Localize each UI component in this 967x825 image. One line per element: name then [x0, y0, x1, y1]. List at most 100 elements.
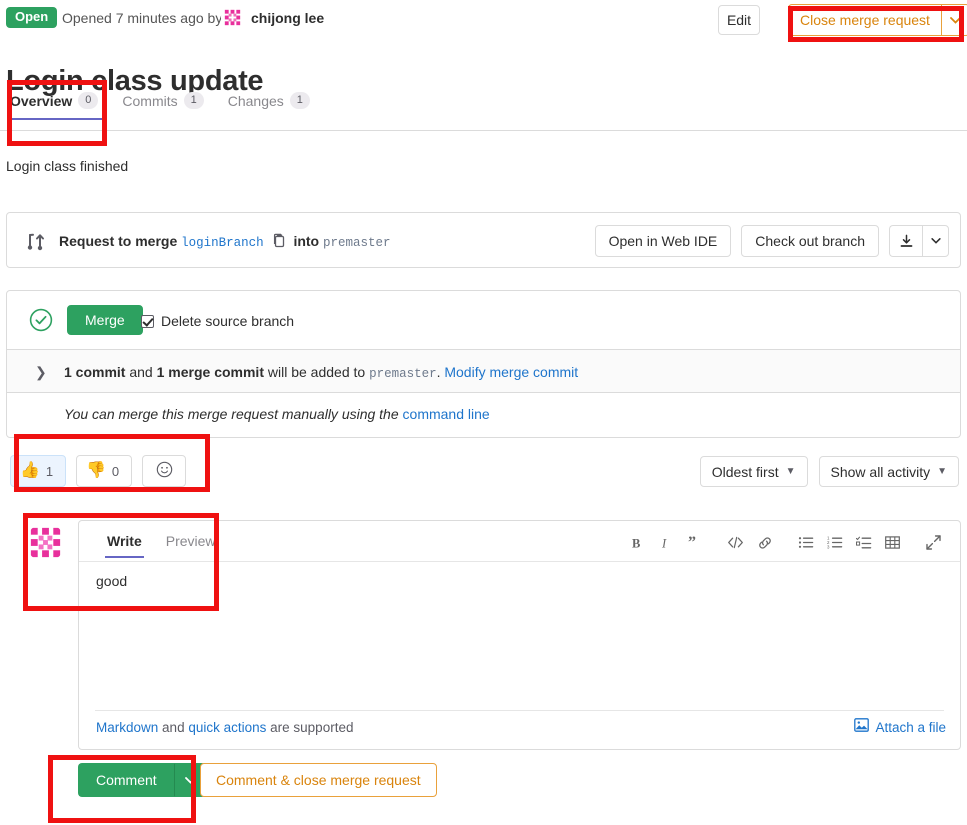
- svg-text:B: B: [632, 536, 640, 550]
- manual-merge-text: You can merge this merge request manuall…: [64, 405, 490, 423]
- chevron-down-icon: ▼: [937, 465, 947, 477]
- italic-icon[interactable]: I: [651, 529, 680, 556]
- commit-summary-text: 1 commit and 1 merge commit will be adde…: [64, 363, 578, 383]
- will-be-added-text: will be added to: [267, 364, 366, 380]
- smiley-icon: [156, 461, 173, 482]
- author-name[interactable]: chijong lee: [251, 9, 324, 27]
- expand-commits-chevron-icon[interactable]: ❯: [35, 365, 47, 379]
- author-avatar[interactable]: [221, 6, 244, 29]
- merge-request-branch-card: Request to merge loginBranch into premas…: [6, 212, 961, 268]
- mr-header: Open Opened 7 minutes ago by chijong lee…: [0, 0, 967, 44]
- merge-commit-count: 1 merge commit: [156, 364, 264, 380]
- commit-summary-row: ❯ 1 commit and 1 merge commit will be ad…: [7, 349, 960, 393]
- sort-order-dropdown[interactable]: Oldest first ▼: [699, 456, 808, 487]
- thumbs-down-icon: 👎: [86, 462, 106, 479]
- numbered-list-icon[interactable]: 123: [820, 529, 849, 556]
- markdown-toolbar: B I ” 1 2 3: [622, 529, 948, 556]
- thumbsup-count: 1: [45, 463, 54, 479]
- manual-merge-sentence: You can merge this merge request manuall…: [64, 406, 399, 422]
- check-out-branch-button[interactable]: Check out branch: [741, 225, 879, 257]
- modify-merge-commit-link[interactable]: Modify merge commit: [444, 364, 578, 380]
- tab-commits-badge: 1: [183, 92, 204, 109]
- award-emoji-row: 👍 1 👎 0: [10, 455, 186, 487]
- tab-changes-badge: 1: [289, 92, 310, 109]
- tabs-divider: [0, 130, 967, 131]
- attach-file-button[interactable]: Attach a file: [854, 718, 946, 737]
- chevron-down-icon: ▼: [785, 465, 796, 477]
- close-merge-request-button[interactable]: Close merge request: [788, 4, 941, 36]
- merge-status-check-icon: [29, 308, 53, 332]
- quote-icon[interactable]: ”: [680, 529, 709, 556]
- comment-button[interactable]: Comment: [78, 763, 175, 797]
- quick-actions-link[interactable]: quick actions: [188, 720, 266, 735]
- tab-write[interactable]: Write: [95, 529, 154, 558]
- tab-preview[interactable]: Preview: [154, 529, 228, 558]
- tab-overview[interactable]: Overview 0: [6, 88, 110, 120]
- thumbsup-award-button[interactable]: 👍 1: [10, 455, 66, 487]
- merge-request-page: Open Opened 7 minutes ago by chijong lee…: [0, 0, 967, 825]
- manual-merge-row: You can merge this merge request manuall…: [7, 393, 960, 436]
- comment-and-close-merge-request-button[interactable]: Comment & close merge request: [200, 763, 437, 797]
- delete-source-branch-label: Delete source branch: [161, 313, 295, 329]
- identicon-icon: [221, 6, 244, 29]
- editor-divider: [79, 561, 960, 562]
- branch-actions: Open in Web IDE Check out branch: [594, 225, 949, 257]
- thumbsdown-award-button[interactable]: 👎 0: [76, 455, 132, 487]
- markdown-link[interactable]: Markdown: [96, 720, 158, 735]
- delete-source-branch-checkbox[interactable]: Delete source branch: [141, 312, 294, 330]
- tab-changes-label: Changes: [227, 92, 284, 109]
- download-icon: [900, 234, 912, 247]
- copy-branch-name-icon[interactable]: [272, 233, 286, 248]
- comment-textarea[interactable]: good: [96, 572, 127, 591]
- mr-description: Login class finished: [6, 158, 129, 174]
- link-icon[interactable]: [750, 529, 779, 556]
- thumbsdown-count: 0: [111, 463, 120, 479]
- comment-button-group: Comment: [78, 763, 206, 797]
- editor-footer-divider: [95, 710, 944, 711]
- branch-icon: [25, 231, 45, 251]
- close-merge-request-group: Close merge request: [788, 4, 967, 36]
- merge-button[interactable]: Merge: [67, 305, 143, 335]
- task-list-icon[interactable]: [849, 529, 878, 556]
- supported-text: are supported: [270, 720, 354, 735]
- table-icon[interactable]: [878, 529, 907, 556]
- merge-branches-line: Request to merge loginBranch into premas…: [59, 231, 391, 253]
- svg-text:3: 3: [827, 544, 830, 549]
- download-group: [889, 225, 949, 257]
- code-icon[interactable]: [721, 529, 750, 556]
- into-label: into: [293, 233, 320, 249]
- period: .: [436, 364, 441, 380]
- add-reaction-button[interactable]: [142, 455, 186, 487]
- close-merge-request-dropdown-toggle[interactable]: [940, 4, 967, 36]
- sort-order-label: Oldest first: [711, 463, 779, 480]
- edit-button[interactable]: Edit: [718, 5, 760, 35]
- tab-overview-label: Overview: [10, 92, 73, 109]
- chevron-down-icon: [950, 16, 961, 24]
- bulleted-list-icon[interactable]: [791, 529, 820, 556]
- fullscreen-icon[interactable]: [919, 529, 948, 556]
- commit-count: 1 commit: [64, 364, 126, 380]
- editor-tabs: Write Preview: [95, 529, 228, 558]
- open-in-web-ide-button[interactable]: Open in Web IDE: [594, 225, 732, 257]
- markdown-support-note: Markdown and quick actions are supported: [96, 719, 353, 737]
- status-badge: Open: [6, 7, 58, 28]
- activity-controls: Oldest first ▼ Show all activity ▼: [699, 456, 959, 487]
- tab-commits[interactable]: Commits 1: [110, 88, 215, 120]
- merge-target-branch: premaster: [369, 367, 437, 381]
- download-dropdown-toggle[interactable]: [922, 225, 949, 257]
- target-branch-link[interactable]: premaster: [323, 236, 391, 250]
- svg-text:I: I: [661, 536, 667, 550]
- current-user-avatar[interactable]: [26, 523, 65, 562]
- activity-filter-dropdown[interactable]: Show all activity ▼: [818, 456, 959, 487]
- download-button[interactable]: [889, 225, 922, 257]
- bold-icon[interactable]: B: [622, 529, 651, 556]
- thumbs-up-icon: 👍: [20, 462, 40, 479]
- attach-file-icon: [854, 718, 870, 737]
- command-line-link[interactable]: command line: [403, 406, 490, 422]
- activity-filter-label: Show all activity: [830, 463, 931, 480]
- attach-file-label: Attach a file: [875, 719, 946, 735]
- merge-action-row: Merge Delete source branch: [7, 291, 960, 349]
- mr-tabs: Overview 0 Commits 1 Changes 1: [6, 88, 322, 120]
- tab-changes[interactable]: Changes 1: [216, 88, 322, 120]
- source-branch-link[interactable]: loginBranch: [181, 236, 264, 250]
